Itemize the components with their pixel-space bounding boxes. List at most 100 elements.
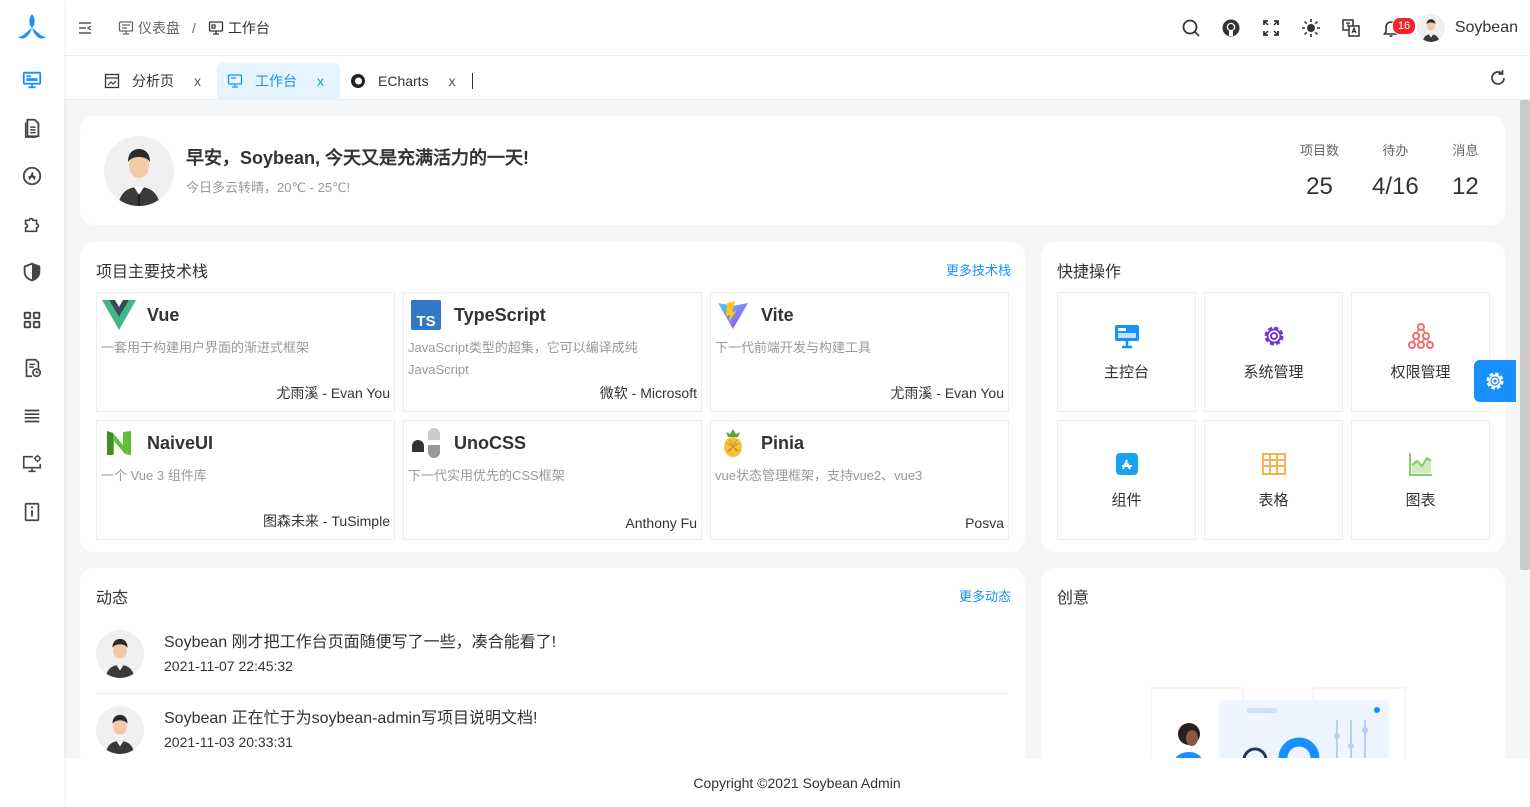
tab-close-button[interactable]: x bbox=[194, 73, 201, 89]
user-avatar-icon bbox=[104, 136, 174, 206]
echarts-icon bbox=[351, 74, 365, 88]
tab-close-button[interactable]: x bbox=[449, 73, 456, 89]
quick-item-component[interactable]: 组件 bbox=[1057, 420, 1196, 540]
weather-text: 今日多云转晴，20℃ - 25℃! bbox=[186, 180, 351, 195]
theme-toggle-button[interactable] bbox=[1291, 8, 1331, 48]
tech-name: Vite bbox=[761, 304, 794, 325]
monitor-icon bbox=[118, 20, 134, 35]
settings-drawer-button[interactable] bbox=[1474, 360, 1516, 402]
notification-button[interactable]: 16 bbox=[1371, 8, 1417, 48]
creative-illustration bbox=[1151, 687, 1406, 758]
stat-projects: 项目数 25 bbox=[1300, 140, 1339, 201]
info-icon bbox=[24, 502, 40, 522]
tech-item-pinia[interactable]: Pinia vue状态管理框架，支持vue2、vue3 Posva bbox=[710, 420, 1009, 540]
tech-item-vue[interactable]: Vue 一套用于构建用户界面的渐进式框架 尤雨溪 - Evan You bbox=[96, 292, 395, 412]
tech-author: 尤雨溪 - Evan You bbox=[890, 385, 1004, 401]
quick-item-permission[interactable]: 权限管理 bbox=[1351, 292, 1490, 412]
activity-time: 2021-11-03 20:33:31 bbox=[164, 734, 293, 750]
tech-item-vite[interactable]: Vite 下一代前端开发与构建工具 尤雨溪 - Evan You bbox=[710, 292, 1009, 412]
tech-name: Vue bbox=[147, 304, 180, 325]
breadcrumb-label: 仪表盘 bbox=[138, 19, 180, 36]
tech-item-typescript[interactable]: TS TypeScript JavaScript类型的超集，它可以编译成纯Java… bbox=[403, 292, 702, 412]
card-title: 创意 bbox=[1057, 590, 1090, 607]
tab-analysis[interactable]: 分析页 x bbox=[94, 63, 217, 99]
quick-item-console[interactable]: 主控台 bbox=[1057, 292, 1196, 412]
activity-row: Soybean 刚才把工作台页面随便写了一些，凑合能看了! 2021-11-07… bbox=[96, 618, 1008, 694]
card-title: 快捷操作 bbox=[1057, 264, 1122, 281]
chart-image-icon bbox=[104, 73, 120, 89]
quick-label: 权限管理 bbox=[1390, 363, 1451, 381]
vertical-scrollbar[interactable] bbox=[1520, 100, 1530, 570]
quick-label: 组件 bbox=[1111, 491, 1142, 509]
gear-icon bbox=[1264, 326, 1283, 345]
sidebar-item-about[interactable] bbox=[0, 488, 64, 536]
search-button[interactable] bbox=[1171, 8, 1211, 48]
avatar bbox=[1416, 13, 1445, 42]
shield-icon bbox=[23, 262, 41, 282]
tab-close-button[interactable]: x bbox=[317, 73, 324, 89]
stat-todo: 待办 4/16 bbox=[1372, 140, 1419, 201]
language-button[interactable] bbox=[1331, 8, 1371, 48]
tab-echarts[interactable]: ECharts x bbox=[340, 63, 472, 99]
username: Soybean bbox=[1454, 18, 1518, 36]
tech-name: NaiveUI bbox=[147, 432, 214, 453]
soybean-logo-icon bbox=[18, 14, 46, 39]
reload-button[interactable] bbox=[1488, 68, 1508, 88]
vue-logo-icon bbox=[102, 300, 136, 330]
sidebar-item-dashboard[interactable] bbox=[0, 56, 64, 104]
desktop-icon bbox=[227, 74, 243, 88]
user-avatar-icon bbox=[96, 630, 144, 678]
welcome-card: 早安，Soybean, 今天又是充满活力的一天! 今日多云转晴，20℃ - 25… bbox=[80, 116, 1505, 225]
desktop-gear-icon bbox=[22, 454, 42, 473]
naiveui-logo-icon bbox=[107, 431, 131, 455]
pinia-logo-icon bbox=[724, 429, 742, 457]
tech-author: Posva bbox=[965, 515, 1004, 531]
app-logo[interactable] bbox=[0, 0, 64, 56]
breadcrumb-item-workbench[interactable]: 工作台 bbox=[208, 18, 270, 38]
quick-item-table[interactable]: 表格 bbox=[1204, 420, 1343, 540]
activity-text: Soybean 正在忙于为soybean-admin写项目说明文档! bbox=[164, 710, 538, 727]
gear-icon bbox=[1486, 372, 1504, 390]
tech-desc: 下一代前端开发与构建工具 bbox=[715, 340, 872, 355]
tab-workbench[interactable]: 工作台 x bbox=[217, 63, 340, 99]
sidebar-item-management[interactable] bbox=[0, 440, 64, 488]
tech-item-naiveui[interactable]: NaiveUI 一个 Vue 3 组件库 图森未来 - TuSimple bbox=[96, 420, 395, 540]
translate-icon bbox=[1342, 18, 1360, 37]
card-title: 项目主要技术栈 bbox=[96, 264, 209, 281]
activity-time: 2021-11-07 22:45:32 bbox=[164, 658, 293, 674]
svg-text:TS: TS bbox=[416, 313, 435, 330]
fullscreen-button[interactable] bbox=[1251, 8, 1291, 48]
menu-collapse-button[interactable] bbox=[74, 17, 96, 39]
quick-actions-card: 快捷操作 主控台 系统管理 权限管理 组件 表格 图表 bbox=[1041, 242, 1505, 552]
card-title: 动态 bbox=[96, 590, 129, 607]
sidebar-item-plugin[interactable] bbox=[0, 200, 64, 248]
sidebar-item-auth[interactable] bbox=[0, 248, 64, 296]
more-tech-link[interactable]: 更多技术栈 bbox=[946, 260, 1011, 279]
tech-desc: 一个 Vue 3 组件库 bbox=[101, 468, 207, 483]
more-activity-link[interactable]: 更多动态 bbox=[959, 586, 1011, 605]
github-button[interactable] bbox=[1211, 8, 1251, 48]
quick-item-chart[interactable]: 图表 bbox=[1351, 420, 1490, 540]
sidebar-item-exception[interactable] bbox=[0, 344, 64, 392]
sidebar-item-document[interactable] bbox=[0, 104, 64, 152]
tech-item-unocss[interactable]: UnoCSS 下一代实用优先的CSS框架 Anthony Fu bbox=[403, 420, 702, 540]
quick-item-system[interactable]: 系统管理 bbox=[1204, 292, 1343, 412]
sidebar-item-component[interactable] bbox=[0, 152, 64, 200]
tech-desc: 一套用于构建用户界面的渐进式框架 bbox=[101, 340, 310, 355]
sun-icon bbox=[1301, 18, 1320, 37]
menu-fold-icon bbox=[79, 21, 92, 34]
user-menu[interactable]: Soybean bbox=[1416, 13, 1518, 42]
breadcrumb-item-dashboard[interactable]: 仪表盘 bbox=[118, 18, 180, 38]
sidebar-item-list[interactable] bbox=[0, 392, 64, 440]
app-store-icon bbox=[1115, 452, 1138, 475]
stat-value: 12 bbox=[1452, 173, 1479, 200]
sidebar-item-menu[interactable] bbox=[0, 296, 64, 344]
avatar bbox=[96, 706, 144, 754]
tech-name: Pinia bbox=[761, 432, 805, 453]
stat-label: 消息 bbox=[1452, 143, 1479, 158]
tech-author: 图森未来 - TuSimple bbox=[262, 513, 390, 529]
vite-logo-icon bbox=[718, 301, 748, 329]
tech-name: UnoCSS bbox=[454, 432, 526, 453]
quick-label: 表格 bbox=[1258, 491, 1289, 509]
tab-bar: 分析页 x 工作台 x ECharts x bbox=[64, 56, 1530, 100]
